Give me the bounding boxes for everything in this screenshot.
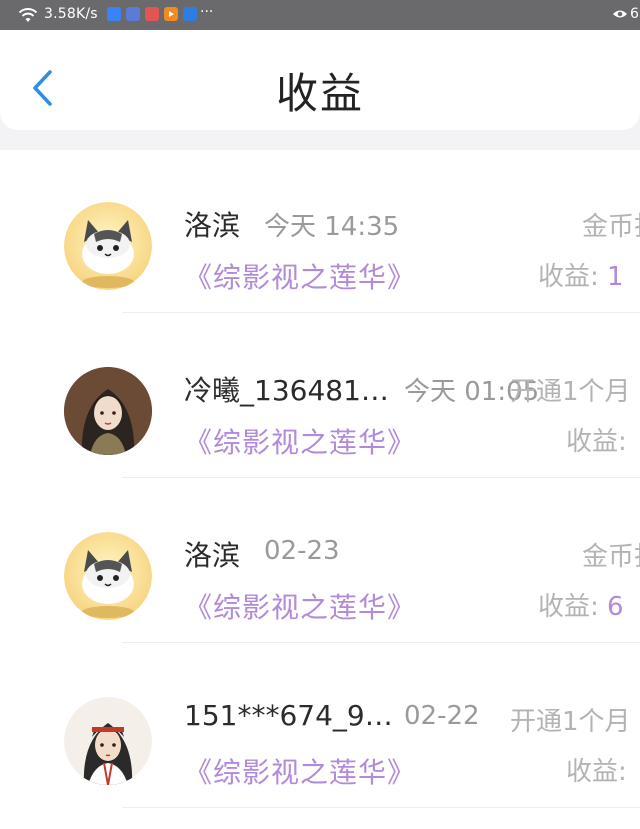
notification-icons: [107, 7, 197, 21]
income-type: 金币打: [582, 212, 640, 242]
income-type: 开通1个月: [510, 377, 631, 407]
battery-level: 6: [630, 6, 639, 22]
bulb-app-icon: [183, 7, 197, 21]
list-item[interactable]: 洛滨 02-23 《综影视之莲华》 金币打 收益: 6: [0, 480, 640, 643]
app-notification-icon: [145, 7, 159, 21]
income-label: 收益:: [538, 592, 599, 622]
income-value: 1: [607, 262, 624, 292]
record-time: 02-22: [404, 701, 480, 731]
record-time: 02-23: [264, 536, 340, 566]
income-row: 收益: 6: [538, 586, 624, 623]
avatar: [64, 697, 152, 785]
income-value: 6: [607, 592, 624, 622]
record-time: 今天 14:35: [264, 212, 400, 242]
more-notifications: ···: [200, 4, 214, 20]
book-title[interactable]: 《综影视之莲华》: [184, 586, 416, 626]
user-name: 洛滨: [184, 539, 241, 572]
divider: [122, 477, 640, 478]
income-type: 金币打: [582, 542, 640, 572]
user-name: 冷曦_136481…: [184, 374, 389, 407]
income-row: 收益:: [566, 751, 627, 788]
user-name: 151***674_9…: [184, 699, 393, 732]
status-bar: 3.58K/s ··· 6: [0, 0, 640, 30]
book-title[interactable]: 《综影视之莲华》: [184, 751, 416, 791]
eye-icon: [613, 10, 627, 18]
wifi-icon: [18, 8, 38, 22]
divider: [122, 807, 640, 808]
user-name: 洛滨: [184, 209, 241, 242]
income-list: 洛滨 今天 14:35 《综影视之莲华》 金币打 收益: 1 冷曦_136481…: [0, 150, 640, 829]
list-item[interactable]: 151***674_9… 02-22 开通1个月 《综影视之莲华》 收益:: [0, 645, 640, 808]
list-item[interactable]: 洛滨 今天 14:35 《综影视之莲华》 金币打 收益: 1: [0, 150, 640, 313]
income-type: 开通1个月: [510, 707, 631, 737]
income-label: 收益:: [566, 427, 627, 457]
avatar: [64, 532, 152, 620]
income-label: 收益:: [566, 757, 627, 787]
header-bar: 收益: [0, 30, 640, 130]
income-label: 收益:: [538, 262, 599, 292]
income-row: 收益: 1: [538, 256, 624, 293]
divider: [122, 642, 640, 643]
app-notification-icon: [126, 7, 140, 21]
play-app-icon: [164, 7, 178, 21]
income-row: 收益:: [566, 421, 627, 458]
app-notification-icon: [107, 7, 121, 21]
network-speed: 3.58K/s: [44, 6, 98, 22]
book-title[interactable]: 《综影视之莲华》: [184, 256, 416, 296]
book-title[interactable]: 《综影视之莲华》: [184, 421, 416, 461]
avatar: [64, 202, 152, 290]
divider: [122, 312, 640, 313]
list-item[interactable]: 冷曦_136481… 今天 01:05 开通1个月 《综影视之莲华》 收益:: [0, 315, 640, 478]
page-title: 收益: [275, 69, 364, 118]
avatar: [64, 367, 152, 455]
